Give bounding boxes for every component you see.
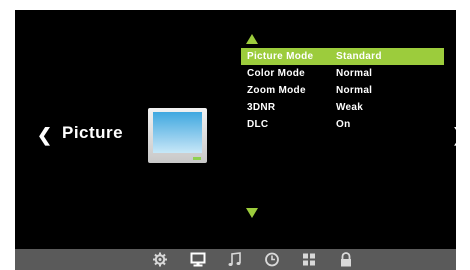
menu-item-value: Standard: [336, 51, 382, 62]
menu-item-value: Weak: [336, 102, 364, 113]
picture-settings-menu: Picture Mode Standard Color Mode Normal …: [241, 48, 444, 133]
settings-category-bar: [15, 249, 456, 270]
menu-item-dlc[interactable]: DLC On: [241, 116, 444, 133]
scroll-down-arrow-icon[interactable]: [246, 208, 258, 218]
tv-menu-screen: ❮ Picture Picture Mode Standard Color Mo…: [15, 10, 456, 270]
menu-item-label: Zoom Mode: [247, 85, 306, 96]
menu-item-picture-mode[interactable]: Picture Mode Standard: [241, 48, 444, 65]
gear-icon[interactable]: [152, 252, 168, 267]
menu-item-label: Color Mode: [247, 68, 305, 79]
category-title: Picture: [62, 123, 124, 142]
menu-item-label: DLC: [247, 119, 269, 130]
menu-item-value: Normal: [336, 85, 373, 96]
menu-item-label: Picture Mode: [247, 51, 314, 62]
scroll-up-arrow-icon[interactable]: [246, 34, 258, 44]
previous-category-arrow-icon[interactable]: ❮: [37, 124, 52, 146]
monitor-icon[interactable]: [190, 252, 206, 267]
menu-item-value: On: [336, 119, 351, 130]
clock-icon[interactable]: [264, 252, 280, 267]
music-note-icon[interactable]: [227, 252, 243, 267]
next-category-arrow-icon[interactable]: ❯: [452, 124, 456, 146]
menu-item-color-mode[interactable]: Color Mode Normal: [241, 65, 444, 82]
menu-item-label: 3DNR: [247, 102, 276, 113]
lock-icon[interactable]: [338, 252, 354, 267]
menu-item-value: Normal: [336, 68, 373, 79]
grid-icon[interactable]: [301, 252, 317, 267]
tv-picture-icon: [148, 108, 207, 163]
menu-item-zoom-mode[interactable]: Zoom Mode Normal: [241, 82, 444, 99]
menu-item-3dnr[interactable]: 3DNR Weak: [241, 99, 444, 116]
